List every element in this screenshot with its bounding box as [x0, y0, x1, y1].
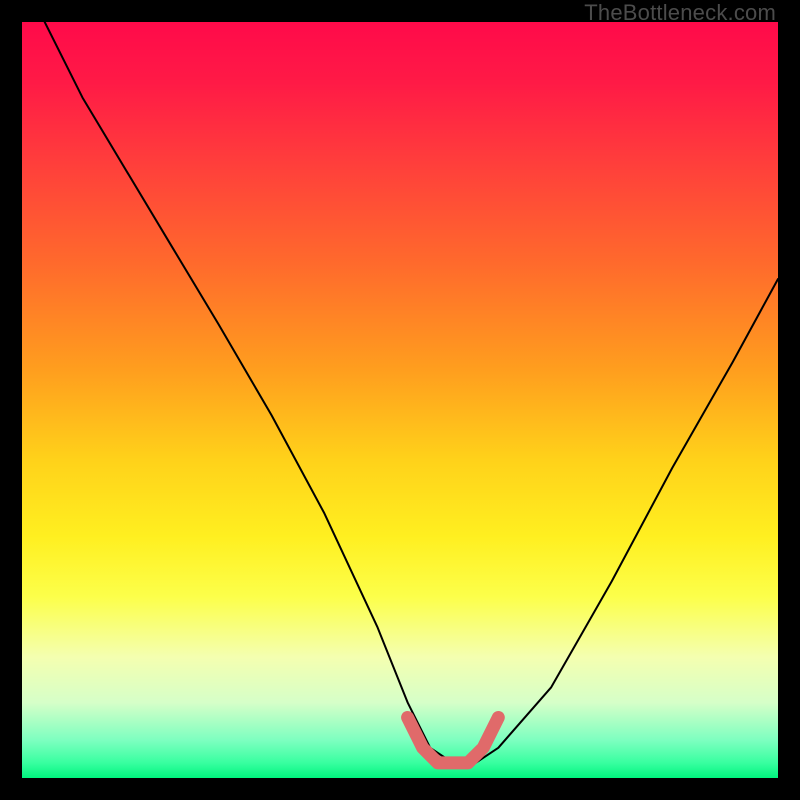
bottleneck-curve-path: [45, 22, 778, 763]
chart-frame: TheBottleneck.com: [0, 0, 800, 800]
plot-area: [22, 22, 778, 778]
chart-svg: [22, 22, 778, 778]
